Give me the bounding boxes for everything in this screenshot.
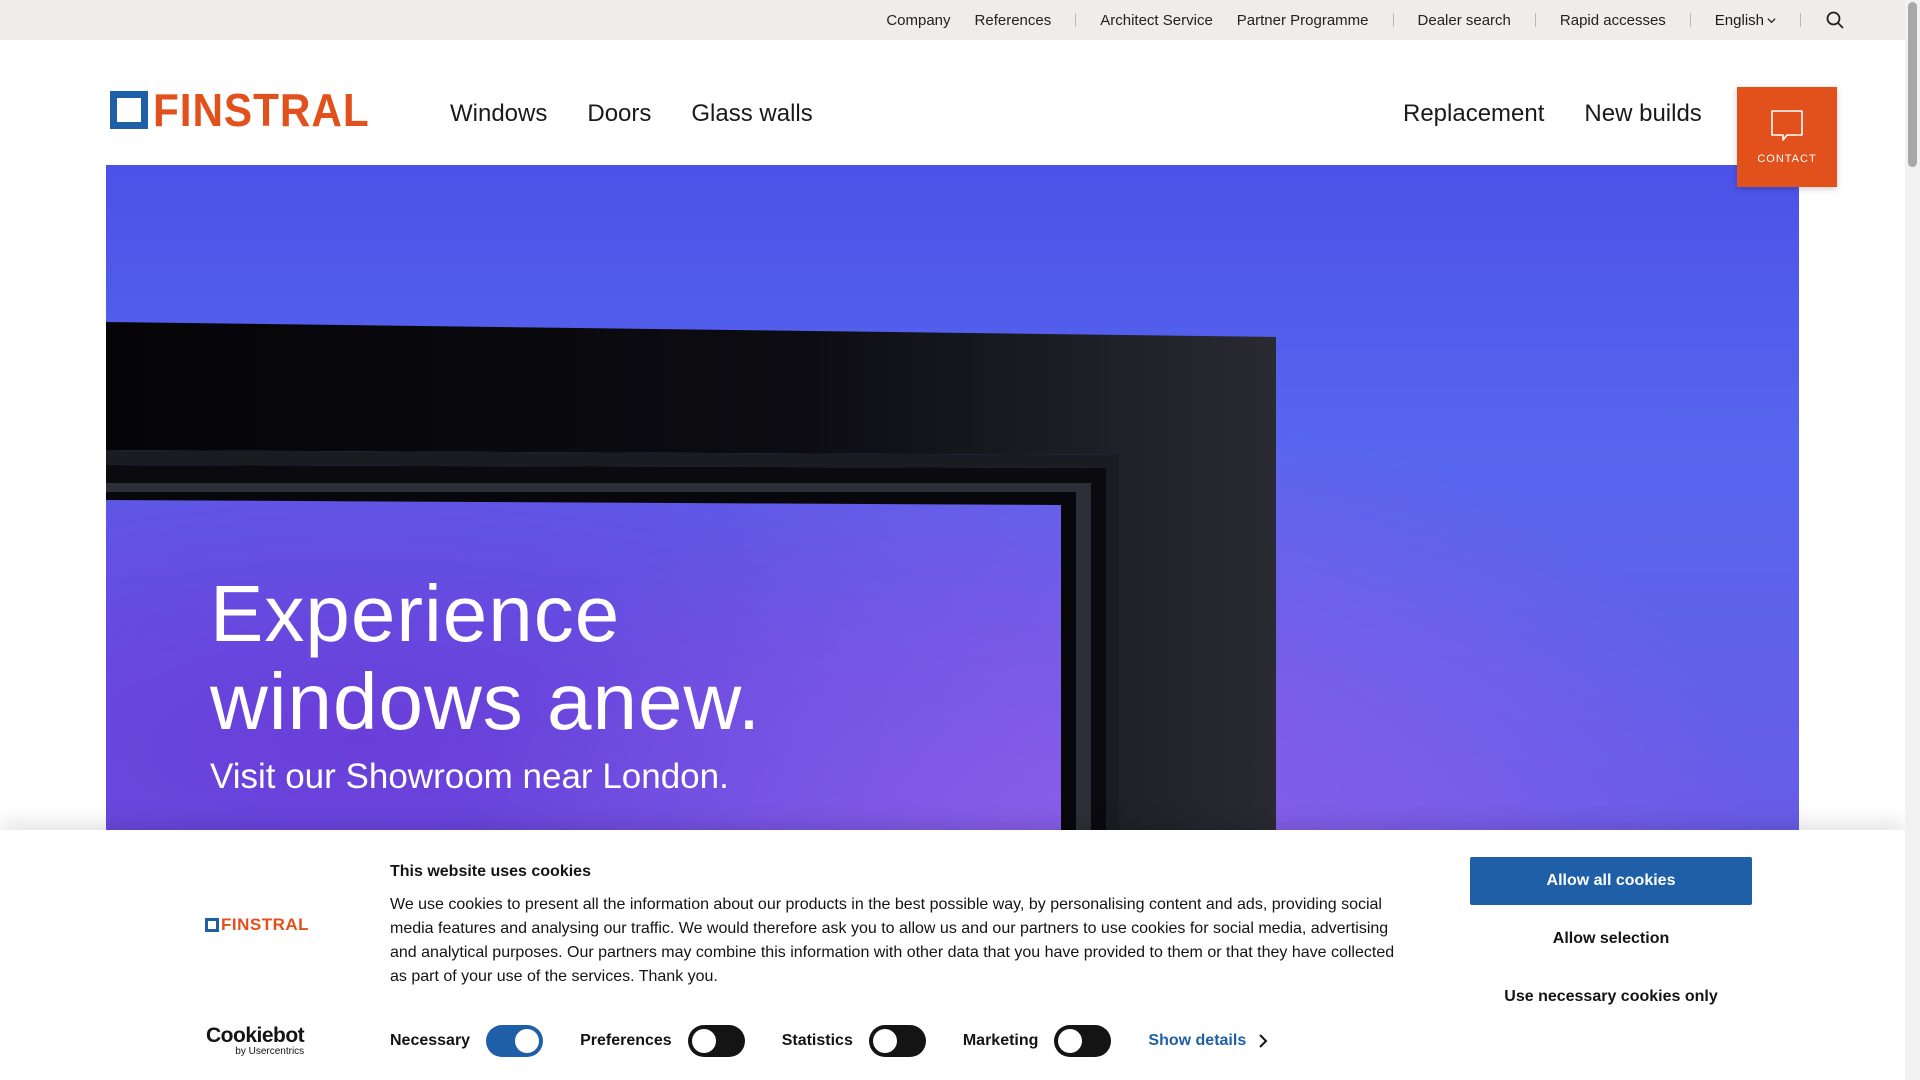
contact-button[interactable]: CONTACT: [1737, 87, 1837, 187]
toggle-label: Statistics: [781, 1032, 853, 1049]
chevron-right-icon: [1259, 1034, 1268, 1048]
switch-knob: [515, 1029, 540, 1053]
preferences-switch[interactable]: [687, 1025, 745, 1057]
allow-all-cookies-button[interactable]: Allow all cookies: [1470, 857, 1752, 905]
cookiebot-logo[interactable]: Cookiebot by Usercentrics: [206, 1024, 305, 1057]
logo-wordmark: FINSTRAL: [221, 915, 310, 934]
hero-subtitle[interactable]: Visit our Showroom near London.: [210, 757, 729, 797]
toggle-label: Marketing: [962, 1032, 1039, 1049]
utility-link-dealer-search[interactable]: Dealer search: [1418, 12, 1511, 29]
nav-item-new-builds[interactable]: New builds: [1584, 100, 1701, 128]
divider: [1392, 13, 1394, 27]
toggle-label: Necessary: [390, 1032, 471, 1049]
page-scrollbar[interactable]: [1905, 0, 1920, 1080]
toggle-necessary: Necessary: [390, 1025, 544, 1057]
hero-title-line: Experience: [210, 569, 621, 658]
utility-group-company: Company References: [874, 12, 1063, 29]
switch-knob: [1058, 1029, 1083, 1053]
necessary-switch[interactable]: [486, 1025, 544, 1057]
primary-nav: Windows Doors Glass walls: [450, 100, 813, 128]
statistics-switch[interactable]: [868, 1025, 926, 1057]
utility-link-rapid-accesses[interactable]: Rapid accesses: [1560, 12, 1666, 29]
hero-title-line: windows anew.: [210, 657, 762, 746]
toggle-label: Preferences: [580, 1032, 672, 1049]
contact-label: CONTACT: [1757, 153, 1817, 165]
cookiebot-name: Cookiebot: [206, 1024, 305, 1047]
toggle-marketing: Marketing: [963, 1025, 1112, 1057]
language-selector[interactable]: English: [1715, 12, 1776, 29]
search-icon[interactable]: [1825, 10, 1845, 30]
utility-link-architect-service[interactable]: Architect Service: [1100, 12, 1213, 29]
logo-square-icon: [205, 918, 219, 932]
main-header: FINSTRAL Windows Doors Glass walls Repla…: [0, 40, 1905, 165]
switch-knob: [691, 1029, 716, 1053]
divider: [1800, 13, 1801, 27]
utility-link-references[interactable]: References: [975, 12, 1052, 29]
utility-bar: Company References Architect Service Par…: [0, 0, 1905, 40]
cookie-title: This website uses cookies: [390, 863, 591, 880]
hero-title: Experience windows anew.: [210, 570, 761, 746]
logo-wordmark: FINSTRAL: [153, 84, 370, 136]
speech-bubble-icon: [1771, 110, 1803, 141]
show-details-link[interactable]: Show details: [1148, 1032, 1268, 1050]
switch-knob: [872, 1029, 897, 1053]
nav-item-replacement[interactable]: Replacement: [1403, 100, 1544, 128]
divider: [1689, 13, 1691, 27]
secondary-nav: Replacement New builds: [1403, 100, 1702, 128]
toggle-preferences: Preferences: [580, 1025, 745, 1057]
language-label: English: [1714, 11, 1764, 29]
page: Company References Architect Service Par…: [0, 0, 1920, 1080]
utility-link-partner-programme[interactable]: Partner Programme: [1237, 12, 1369, 29]
toggle-statistics: Statistics: [782, 1025, 926, 1057]
utility-group-partners: Architect Service Partner Programme: [1088, 12, 1380, 29]
divider: [1075, 13, 1077, 27]
show-details-label: Show details: [1148, 1032, 1247, 1049]
logo-square-icon: [110, 91, 148, 129]
chevron-down-icon: [1767, 17, 1776, 23]
hero-banner: Experience windows anew. Visit our Showr…: [106, 165, 1799, 885]
utility-link-company[interactable]: Company: [886, 12, 950, 29]
scrollbar-thumb[interactable]: [1908, 2, 1917, 167]
allow-selection-button[interactable]: Allow selection: [1470, 915, 1752, 963]
divider: [1534, 13, 1536, 27]
cookie-toggles: Necessary Preferences Statistics Marketi…: [390, 1025, 1268, 1057]
nav-item-windows[interactable]: Windows: [450, 100, 547, 128]
nav-item-glass-walls[interactable]: Glass walls: [691, 100, 812, 128]
finstral-logo[interactable]: FINSTRAL: [110, 87, 388, 133]
cookie-banner-logo: FINSTRAL: [205, 915, 309, 935]
cookiebot-by: by Usercentrics: [235, 1046, 305, 1057]
cookie-description: We use cookies to present all the inform…: [390, 896, 1395, 985]
cookie-banner: FINSTRAL Cookiebot by Usercentrics This …: [0, 830, 1905, 1080]
necessary-only-button[interactable]: Use necessary cookies only: [1470, 973, 1752, 1021]
nav-item-doors[interactable]: Doors: [587, 100, 651, 128]
marketing-switch[interactable]: [1054, 1025, 1112, 1057]
